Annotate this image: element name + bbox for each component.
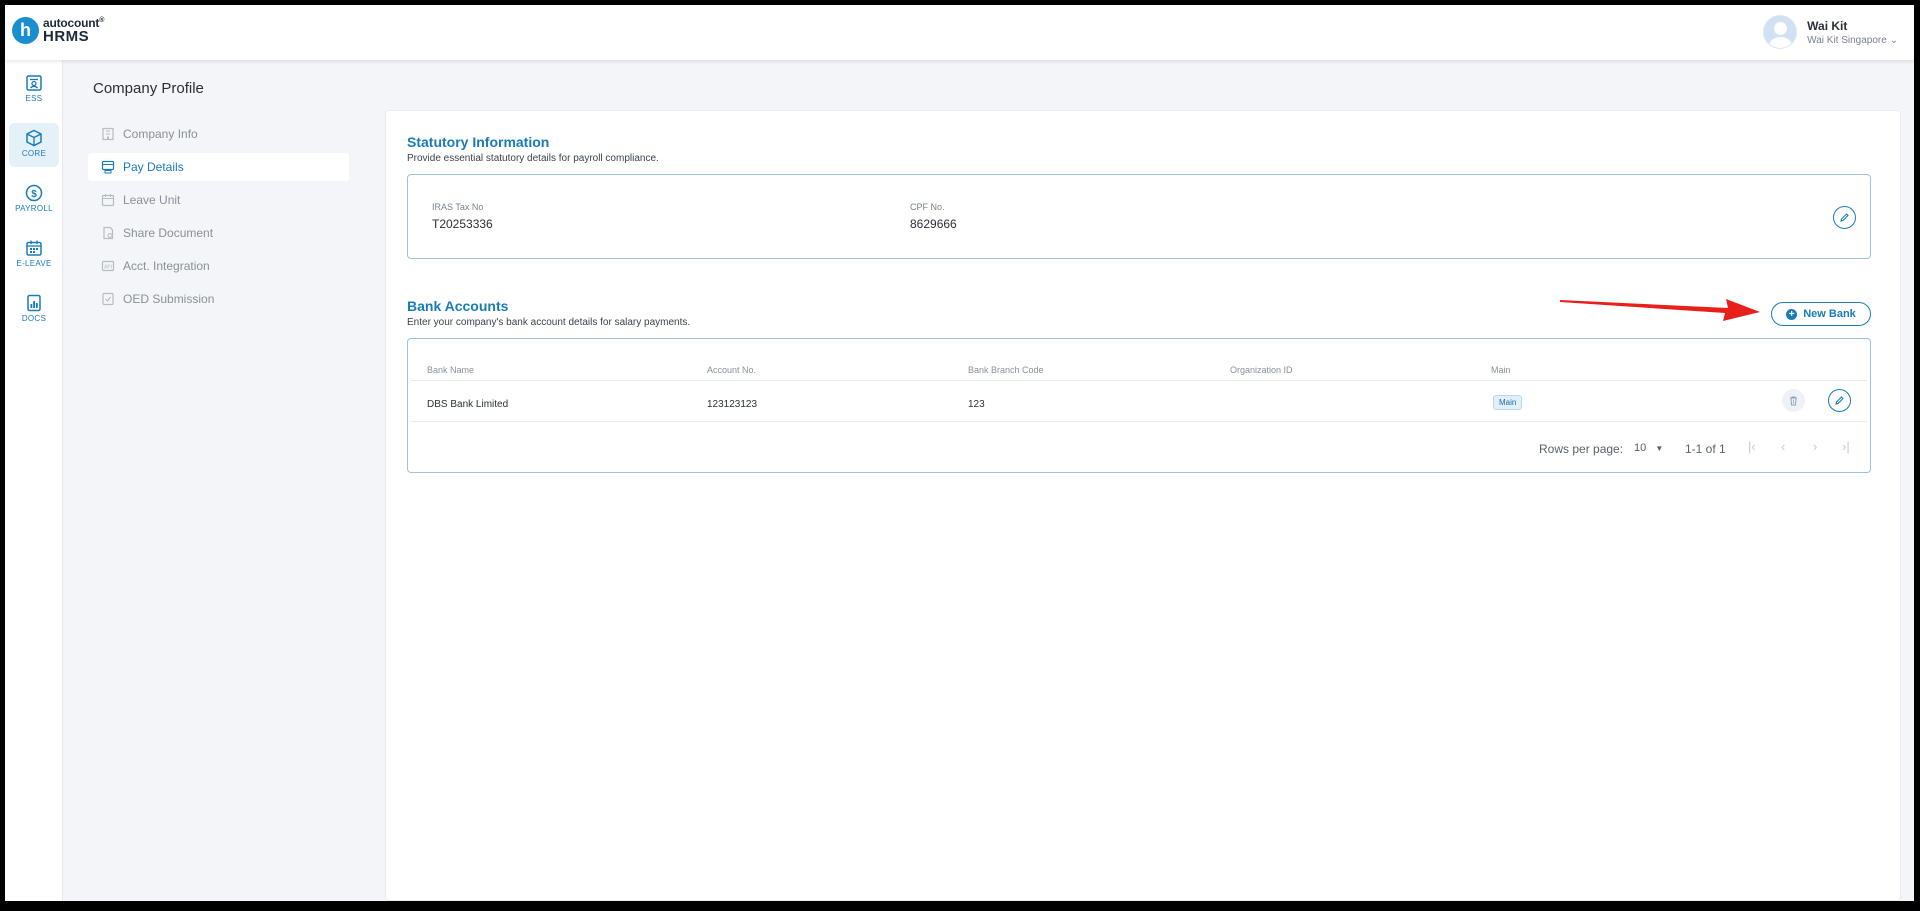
subnav-label: Share Document [123,226,214,240]
user-name: Wai Kit [1807,18,1848,33]
rail-label-docs: DOCS [21,314,47,323]
pay-details-icon [101,160,115,174]
cell-branch-code: 123 [968,399,985,410]
leave-unit-icon [101,194,115,207]
company-switcher[interactable]: Wai Kit Singapore ⌄ [1807,35,1898,46]
subnav-item-oed-submission[interactable]: OED Submission [88,285,349,313]
svg-text:$: $ [31,189,37,200]
bank-accounts-subtitle: Enter your company's bank account detail… [407,317,691,328]
ess-icon [26,75,42,91]
cell-bank-name: DBS Bank Limited [427,399,509,410]
rail-item-eleave[interactable]: E-LEAVE [9,233,59,277]
subnav-item-acct-integration[interactable]: API Acct. Integration [88,252,349,280]
cpf-value: 8629666 [910,217,957,231]
integration-icon: API [101,260,115,272]
payroll-icon: $ [25,184,43,202]
profile-subnav: Company Info Pay Details Leave Unit Shar… [88,120,349,318]
column-header-account-no: Account No. [707,365,757,375]
delete-bank-button[interactable] [1782,389,1805,412]
user-info: Wai Kit Wai Kit Singapore ⌄ [1807,19,1898,46]
top-bar: h autocount® HRMS Wai Kit Wai Kit Singap… [5,5,1914,60]
module-rail: ESS CORE $ PAYROLL E-LEAVE DOCS [5,60,63,901]
edit-statutory-button[interactable] [1833,206,1856,229]
new-bank-button[interactable]: + New Bank [1771,302,1871,326]
caret-down-icon: ▼ [1655,444,1664,453]
pencil-icon [1840,213,1849,222]
core-icon [26,129,42,147]
rail-item-ess[interactable]: ESS [9,68,59,112]
subnav-item-share-document[interactable]: Share Document [88,219,349,247]
calendar-icon [26,240,42,256]
next-page-icon[interactable]: › [1813,439,1817,454]
rail-label-core: CORE [21,149,47,158]
logo-product-name: HRMS [43,28,90,45]
first-page-icon[interactable]: |‹ [1748,439,1756,454]
rail-item-payroll[interactable]: $ PAYROLL [9,178,59,222]
column-header-branch-code: Bank Branch Code [968,365,1044,375]
cell-account-no: 123123123 [707,399,758,410]
chevron-down-icon: ⌄ [1889,34,1898,46]
rail-item-core[interactable]: CORE [9,123,59,167]
building-icon [102,127,114,141]
logo-badge: h [12,17,39,44]
row-divider [411,421,1867,422]
rail-label-payroll: PAYROLL [15,204,53,213]
new-bank-label: New Bank [1803,308,1856,320]
rows-per-page-select[interactable]: 10 ▼ [1634,442,1663,454]
red-arrow-annotation [1560,299,1760,321]
app-logo[interactable]: h autocount® HRMS [12,17,104,44]
subnav-item-pay-details[interactable]: Pay Details [88,153,349,181]
avatar[interactable] [1763,15,1798,49]
previous-page-icon[interactable]: ‹ [1781,439,1785,454]
bank-accounts-table: Bank Name Account No. Bank Branch Code O… [407,338,1871,473]
submission-icon [102,292,114,306]
subnav-label: Company Info [123,127,198,141]
rail-item-docs[interactable]: DOCS [9,288,59,332]
pencil-icon [1835,396,1844,405]
trash-icon [1790,396,1797,406]
user-menu[interactable]: Wai Kit Wai Kit Singapore ⌄ [1763,15,1898,49]
statutory-box: IRAS Tax No T20253336 CPF No. 8629666 [407,174,1871,259]
edit-bank-button[interactable] [1828,389,1851,412]
header-divider [411,380,1867,381]
page-title: Company Profile [93,80,204,97]
pagination-range: 1-1 of 1 [1685,442,1726,456]
logo-text: autocount® HRMS [43,17,104,44]
subnav-item-company-info[interactable]: Company Info [88,120,349,148]
logo-registered-mark: ® [99,17,105,24]
user-company: Wai Kit Singapore [1807,34,1887,46]
iras-tax-label: IRAS Tax No [432,202,484,212]
subnav-label: Leave Unit [123,193,181,207]
column-header-bank-name: Bank Name [427,365,475,375]
rows-per-page-label: Rows per page: [1539,442,1624,456]
share-document-icon [103,226,114,240]
main-badge: Main [1493,395,1523,410]
iras-tax-value: T20253336 [432,217,493,231]
statutory-title: Statutory Information [407,134,550,150]
rail-label-eleave: E-LEAVE [16,259,52,268]
rows-per-page-value: 10 [1634,442,1647,454]
cpf-label: CPF No. [910,202,945,212]
subnav-label: Pay Details [123,160,184,174]
column-header-main: Main [1491,365,1511,375]
statutory-subtitle: Provide essential statutory details for … [407,153,659,164]
rail-label-ess: ESS [25,94,43,103]
subnav-item-leave-unit[interactable]: Leave Unit [88,186,349,214]
last-page-icon[interactable]: ›| [1842,439,1850,454]
subnav-label: Acct. Integration [123,259,210,273]
docs-icon [27,294,41,312]
bank-accounts-title: Bank Accounts [407,298,509,314]
plus-circle-icon: + [1786,308,1798,320]
subnav-label: OED Submission [123,292,215,306]
svg-text:API: API [104,265,112,271]
app-window: h autocount® HRMS Wai Kit Wai Kit Singap… [5,5,1914,901]
column-header-organization-id: Organization ID [1230,365,1293,375]
